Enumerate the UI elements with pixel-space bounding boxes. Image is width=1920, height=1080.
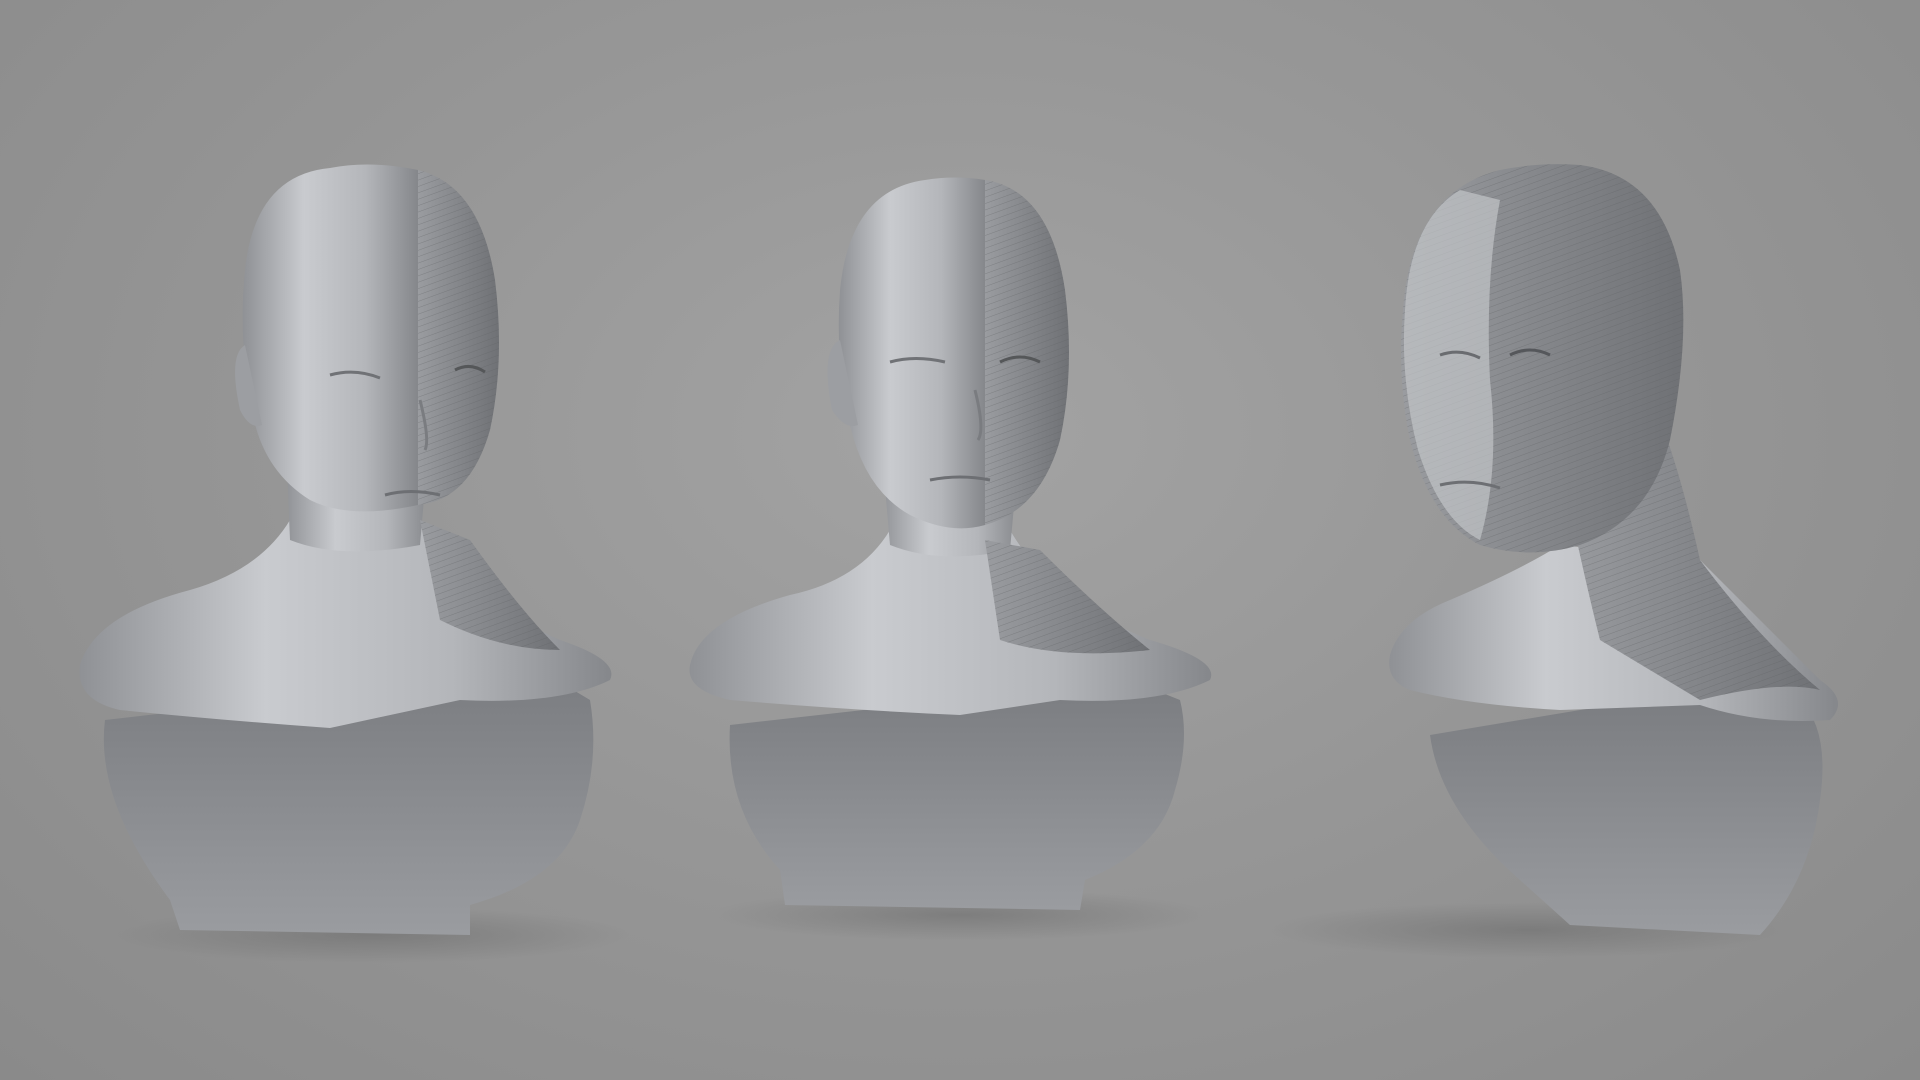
bust-three-quarter-half-skin-half-muscle	[689, 177, 1212, 941]
scene-canvas	[79, 164, 1838, 963]
bust-three-quarter-full-muscle	[1270, 164, 1838, 958]
bust-front-half-skin-half-muscle	[79, 164, 630, 963]
render-viewport	[0, 0, 1920, 1080]
